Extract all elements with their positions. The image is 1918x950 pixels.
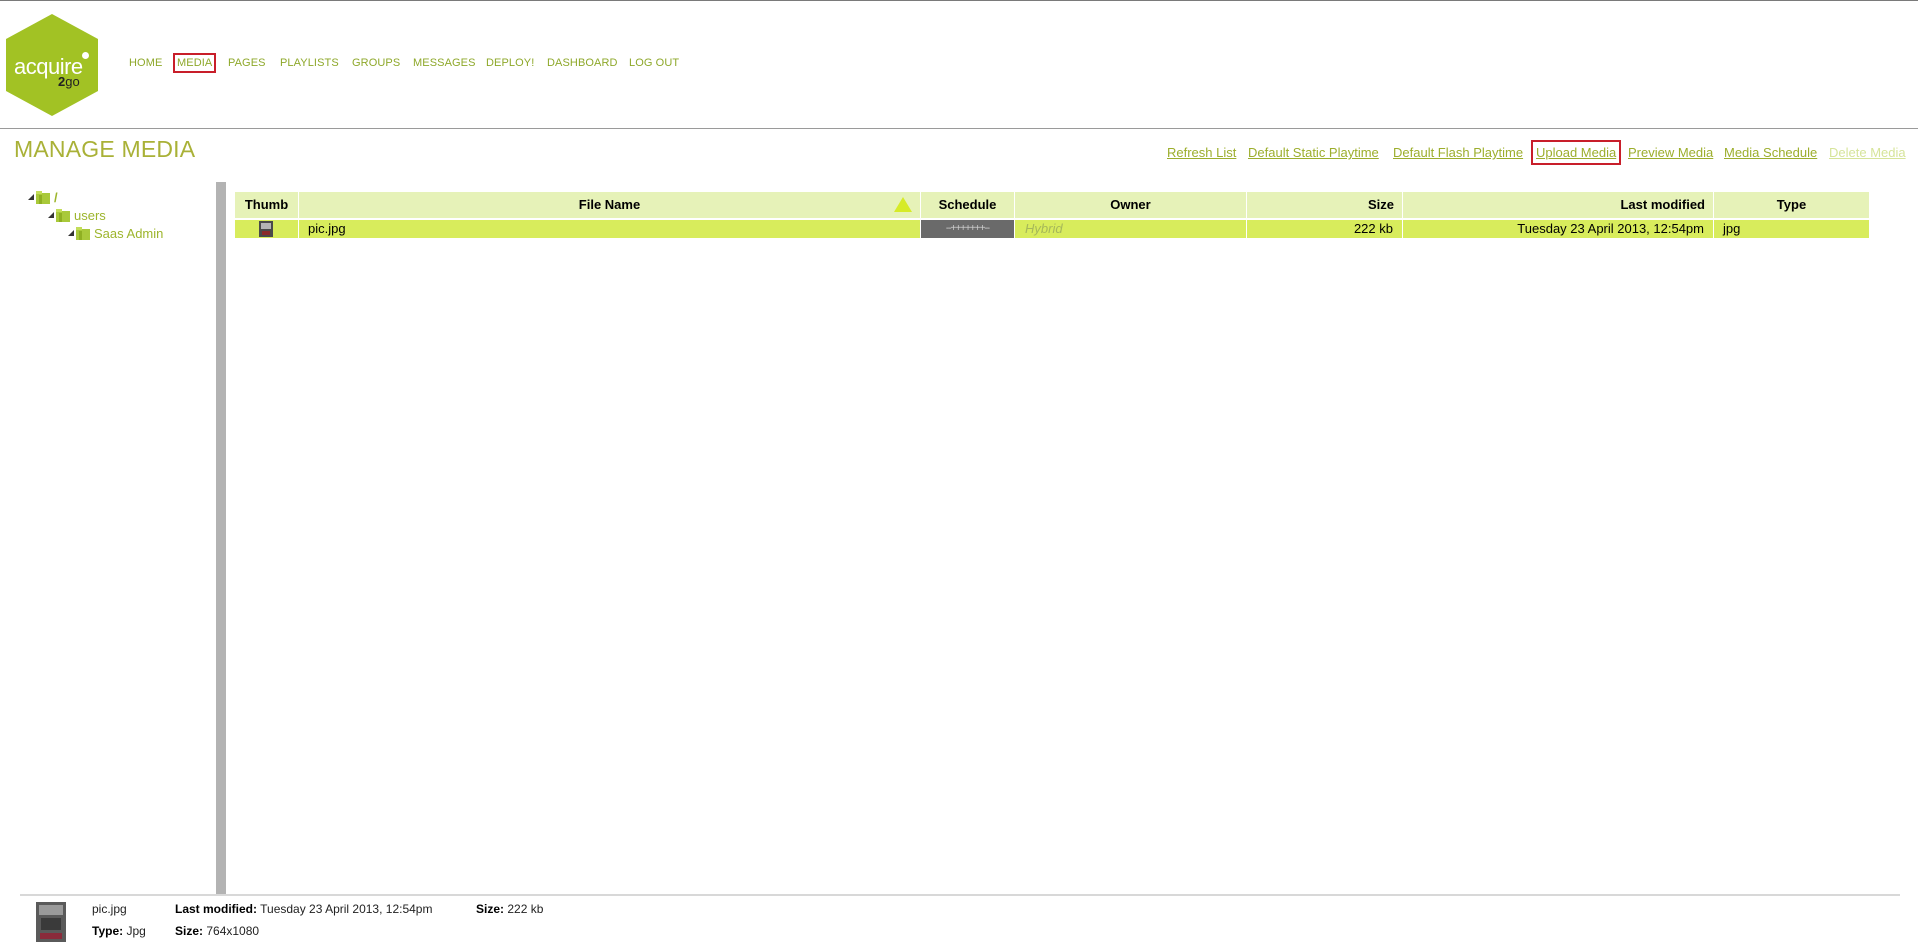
folder-icon: [56, 209, 70, 222]
col-header-type[interactable]: Type: [1714, 192, 1870, 218]
page-title: MANAGE MEDIA: [14, 136, 196, 162]
preview-media-link[interactable]: Preview Media: [1628, 145, 1713, 160]
details-dimensions: Size: 764x1080: [175, 924, 260, 938]
delete-media-link[interactable]: Delete Media: [1829, 145, 1906, 160]
default-flash-playtime-link[interactable]: Default Flash Playtime: [1393, 145, 1523, 160]
details-type: Type: Jpg: [92, 924, 146, 938]
image-thumbnail-icon: [259, 221, 273, 237]
nav-dashboard[interactable]: DASHBOARD: [547, 57, 618, 69]
tree-label-saas-admin[interactable]: Saas Admin: [94, 226, 163, 241]
nav-deploy[interactable]: DEPLOY!: [486, 57, 534, 69]
nav-groups[interactable]: GROUPS: [352, 57, 400, 69]
details-last-modified: Last modified: Tuesday 23 April 2013, 12…: [175, 902, 433, 916]
app-logo[interactable]: acquire 2go: [6, 14, 98, 116]
top-border: [0, 0, 1918, 1]
nav-playlists[interactable]: PLAYLISTS: [280, 57, 339, 69]
logo-sub: 2go: [58, 74, 80, 89]
logo-dot: [82, 52, 89, 59]
details-size: Size: 222 kb: [476, 902, 544, 916]
refresh-list-link[interactable]: Refresh List: [1167, 145, 1236, 160]
col-header-file-name[interactable]: File Name: [299, 192, 921, 218]
tree-label-users[interactable]: users: [74, 208, 106, 223]
details-thumbnail: [36, 902, 66, 942]
media-schedule-link[interactable]: Media Schedule: [1724, 145, 1817, 160]
expand-icon[interactable]: [28, 194, 34, 200]
folder-icon: [36, 191, 50, 204]
pane-splitter[interactable]: [216, 182, 226, 894]
table-cell-type[interactable]: jpg: [1714, 220, 1870, 238]
table-cell-size[interactable]: 222 kb: [1247, 220, 1403, 238]
table-cell-file-name[interactable]: pic.jpg: [299, 220, 921, 238]
expand-icon[interactable]: [68, 230, 74, 236]
table-cell-owner[interactable]: Hybrid: [1015, 220, 1247, 238]
folder-icon: [76, 227, 90, 240]
tree-label-root[interactable]: /: [54, 190, 58, 205]
details-file-name: pic.jpg: [92, 902, 127, 916]
table-cell-schedule[interactable]: --+++++++--: [921, 220, 1015, 238]
col-header-owner[interactable]: Owner: [1015, 192, 1247, 218]
table-cell-last-modified[interactable]: Tuesday 23 April 2013, 12:54pm: [1403, 220, 1714, 238]
nav-home[interactable]: HOME: [129, 57, 162, 69]
col-header-schedule[interactable]: Schedule: [921, 192, 1015, 218]
image-preview-icon: [36, 902, 66, 942]
upload-media-link[interactable]: Upload Media: [1530, 140, 1622, 165]
header-divider: [0, 128, 1918, 129]
sort-ascending-icon[interactable]: [894, 197, 912, 212]
nav-media[interactable]: MEDIA: [172, 53, 217, 73]
col-header-thumb[interactable]: Thumb: [235, 192, 299, 218]
details-divider: [20, 894, 1900, 896]
table-row-thumb-cell[interactable]: [235, 220, 299, 238]
nav-messages[interactable]: MESSAGES: [413, 57, 476, 69]
default-static-playtime-link[interactable]: Default Static Playtime: [1248, 145, 1379, 160]
col-header-size[interactable]: Size: [1247, 192, 1403, 218]
col-header-last-modified[interactable]: Last modified: [1403, 192, 1714, 218]
nav-logout[interactable]: LOG OUT: [629, 57, 679, 69]
nav-pages[interactable]: PAGES: [228, 57, 266, 69]
expand-icon[interactable]: [48, 212, 54, 218]
